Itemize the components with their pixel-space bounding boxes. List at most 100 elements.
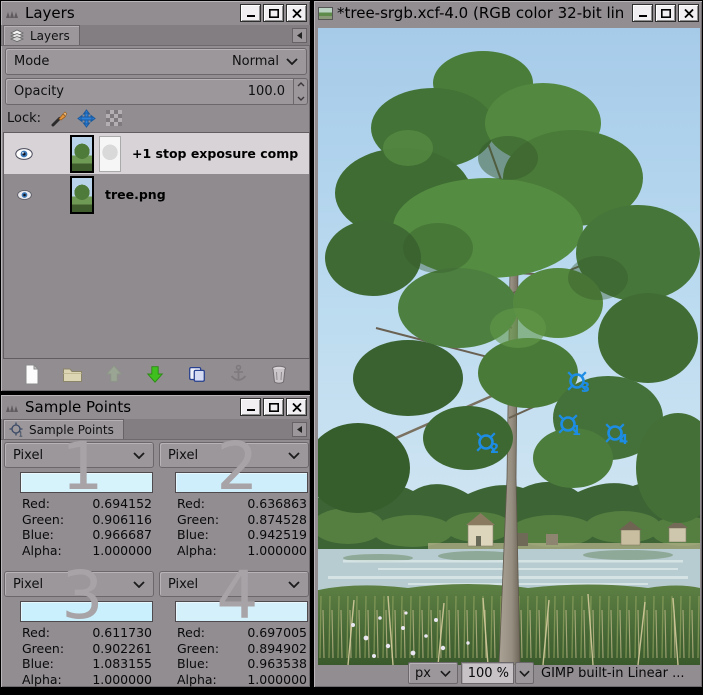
maximize-button[interactable] — [263, 398, 284, 416]
opacity-label: Opacity — [14, 84, 64, 99]
chevron-down-icon — [133, 452, 145, 459]
sample-point-marker-1[interactable]: 1 — [555, 413, 585, 443]
window-title: Sample Points — [25, 398, 238, 416]
minimize-icon — [246, 403, 256, 412]
raise-arrow-icon — [104, 364, 124, 384]
layers-dialog: Layers Layers — [0, 0, 311, 392]
eye-icon — [17, 190, 32, 200]
sample-number: 2 — [216, 434, 258, 500]
layer-thumbnail[interactable] — [70, 135, 94, 173]
window-title: *tree-srgb.xcf-4.0 (RGB color 32-bit lin — [337, 4, 630, 22]
minimize-button[interactable] — [632, 4, 653, 22]
layer-thumbnail[interactable] — [70, 176, 94, 214]
channel-value: 0.963538 — [247, 656, 307, 672]
close-icon — [292, 403, 302, 412]
sample-point-panel-4: Pixel 4 Red:0.697005 Green:0.894902 Blue… — [159, 571, 309, 687]
sample-point-marker-2[interactable]: 2 — [473, 431, 503, 461]
desktop: Layers Layers — [0, 0, 703, 695]
sample-point-panel-2: Pixel 2 Red:0.636863 Green:0.874528 Blue… — [159, 442, 309, 558]
channel-label: Red: — [177, 496, 205, 512]
channel-value: 0.902261 — [92, 641, 152, 657]
opacity-spinner[interactable] — [294, 78, 308, 105]
maximize-button[interactable] — [263, 4, 284, 22]
sample-point-panel-1: Pixel 1 Red:0.694152 Green:0.906116 Blue… — [4, 442, 154, 558]
image-canvas[interactable]: 1 2 3 — [318, 28, 700, 665]
svg-text:1: 1 — [19, 431, 23, 438]
sample-mode-value: Pixel — [168, 577, 198, 592]
dock-menu-button[interactable] — [292, 422, 307, 437]
close-button[interactable] — [678, 4, 699, 22]
unit-value: px — [415, 666, 431, 681]
channel-value: 1.000000 — [247, 672, 307, 688]
sample-mode-value: Pixel — [13, 448, 43, 463]
maximize-icon — [661, 9, 671, 18]
channel-label: Alpha: — [22, 672, 62, 688]
close-icon — [292, 9, 302, 18]
channel-label: Alpha: — [177, 543, 217, 559]
channel-value: 0.906116 — [92, 512, 152, 528]
visibility-toggle[interactable] — [4, 190, 44, 200]
channel-value: 0.694152 — [92, 496, 152, 512]
left-triangle-icon — [295, 425, 304, 434]
channel-value: 0.966687 — [92, 527, 152, 543]
sample-points-titlebar[interactable]: Sample Points — [1, 395, 310, 419]
raise-layer-button[interactable] — [101, 361, 127, 387]
minimize-button[interactable] — [240, 4, 261, 22]
lock-position-icon[interactable] — [77, 109, 96, 128]
image-titlebar[interactable]: *tree-srgb.xcf-4.0 (RGB color 32-bit lin — [314, 1, 702, 25]
visibility-toggle[interactable] — [4, 148, 44, 160]
anchor-layer-button[interactable] — [225, 361, 251, 387]
layers-tabrow: Layers — [1, 25, 310, 46]
duplicate-layer-button[interactable] — [184, 361, 210, 387]
minimize-button[interactable] — [240, 398, 261, 416]
sample-point-marker-3[interactable]: 3 — [564, 370, 594, 400]
maximize-icon — [269, 9, 279, 18]
channel-value: 0.942519 — [247, 527, 307, 543]
dialog-icon — [5, 7, 21, 19]
opacity-slider[interactable]: Opacity 100.0 — [5, 78, 294, 105]
marker-label: 3 — [581, 381, 590, 396]
sample-points-grid: Pixel 1 Red:0.694152 Green:0.906116 Blue… — [4, 442, 309, 687]
sample-number: 4 — [216, 563, 258, 629]
channel-label: Red: — [177, 625, 205, 641]
close-button[interactable] — [286, 4, 307, 22]
lock-row: Lock: — [7, 107, 123, 129]
tab-label: Layers — [30, 29, 70, 43]
layer-row-tree-png[interactable]: tree.png — [4, 174, 309, 215]
channel-label: Green: — [177, 641, 219, 657]
eye-icon — [15, 148, 33, 160]
lower-layer-button[interactable] — [142, 361, 168, 387]
delete-layer-button[interactable] — [266, 361, 292, 387]
channel-value: 1.000000 — [92, 543, 152, 559]
channel-label: Blue: — [177, 656, 209, 672]
dock-menu-button[interactable] — [292, 28, 307, 43]
chevron-down-icon — [133, 581, 145, 588]
chevron-down-icon — [440, 670, 451, 677]
layer-row-exposure-comp[interactable]: +1 stop exposure comp — [4, 133, 309, 174]
minimize-icon — [638, 9, 648, 18]
zoom-dropdown-button[interactable] — [515, 662, 534, 684]
zoom-input[interactable]: 100 % — [461, 662, 514, 684]
duplicate-icon — [187, 364, 207, 384]
layer-mode-dropdown[interactable]: Mode Normal — [5, 48, 307, 75]
close-button[interactable] — [286, 398, 307, 416]
sample-point-marker-4[interactable]: 4 — [602, 422, 632, 452]
maximize-button[interactable] — [655, 4, 676, 22]
sample-points-dialog: Sample Points 1 Sample Points — [0, 394, 311, 688]
channel-value: 0.636863 — [247, 496, 307, 512]
lock-pixels-icon[interactable] — [50, 109, 68, 127]
tab-layers[interactable]: Layers — [3, 25, 80, 45]
unit-dropdown[interactable]: px — [408, 662, 458, 684]
window-title: Layers — [25, 4, 238, 22]
sample-mode-value: Pixel — [13, 577, 43, 592]
marker-label: 1 — [572, 424, 581, 439]
lock-alpha-icon[interactable] — [105, 109, 123, 127]
channel-value: 0.697005 — [247, 625, 307, 641]
tree-photo — [318, 28, 700, 665]
maximize-icon — [269, 403, 279, 412]
new-layer-button[interactable] — [19, 361, 45, 387]
sample-point-icon: 1 — [9, 422, 24, 437]
new-layer-group-button[interactable] — [60, 361, 86, 387]
layer-mask-thumbnail[interactable] — [99, 136, 121, 172]
layers-titlebar[interactable]: Layers — [1, 1, 310, 25]
